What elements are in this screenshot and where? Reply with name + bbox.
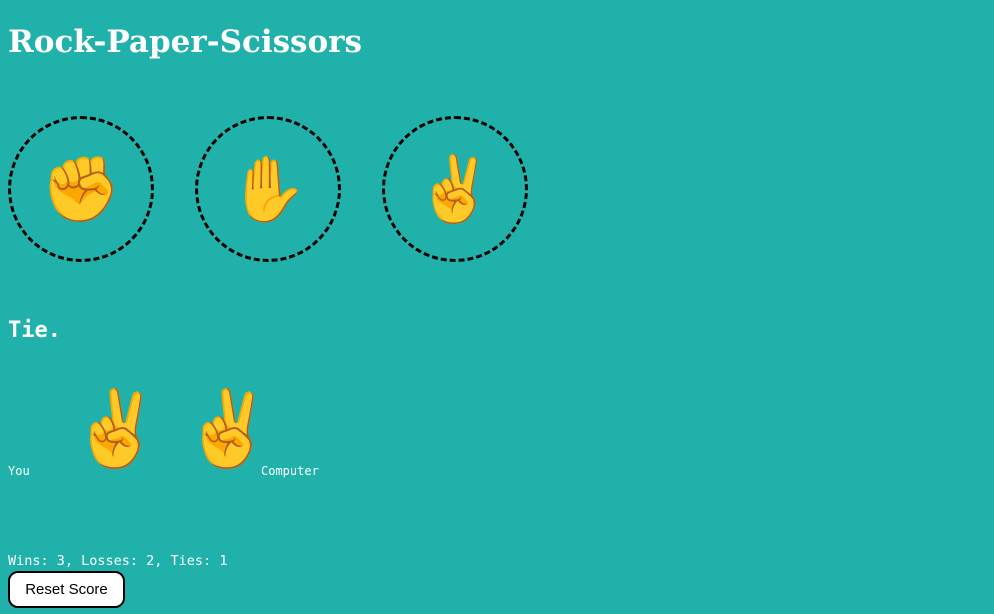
- you-label: You: [8, 464, 30, 478]
- computer-move-icon: ✌️: [182, 386, 275, 472]
- page-title: Rock-Paper-Scissors: [8, 24, 362, 60]
- raised-hand-icon: ✋: [228, 153, 308, 225]
- victory-hand-icon: ✌️: [415, 153, 495, 225]
- paper-button[interactable]: ✋: [195, 116, 341, 262]
- result-text: Tie.: [8, 318, 61, 343]
- computer-label: Computer: [261, 464, 319, 478]
- scissors-button[interactable]: ✌️: [382, 116, 528, 262]
- rock-button[interactable]: ✊: [8, 116, 154, 262]
- player-move-icon: ✌️: [70, 386, 163, 472]
- score-text: Wins: 3, Losses: 2, Ties: 1: [8, 552, 228, 569]
- raised-fist-icon: ✊: [41, 153, 121, 225]
- reset-score-button[interactable]: Reset Score: [8, 571, 125, 608]
